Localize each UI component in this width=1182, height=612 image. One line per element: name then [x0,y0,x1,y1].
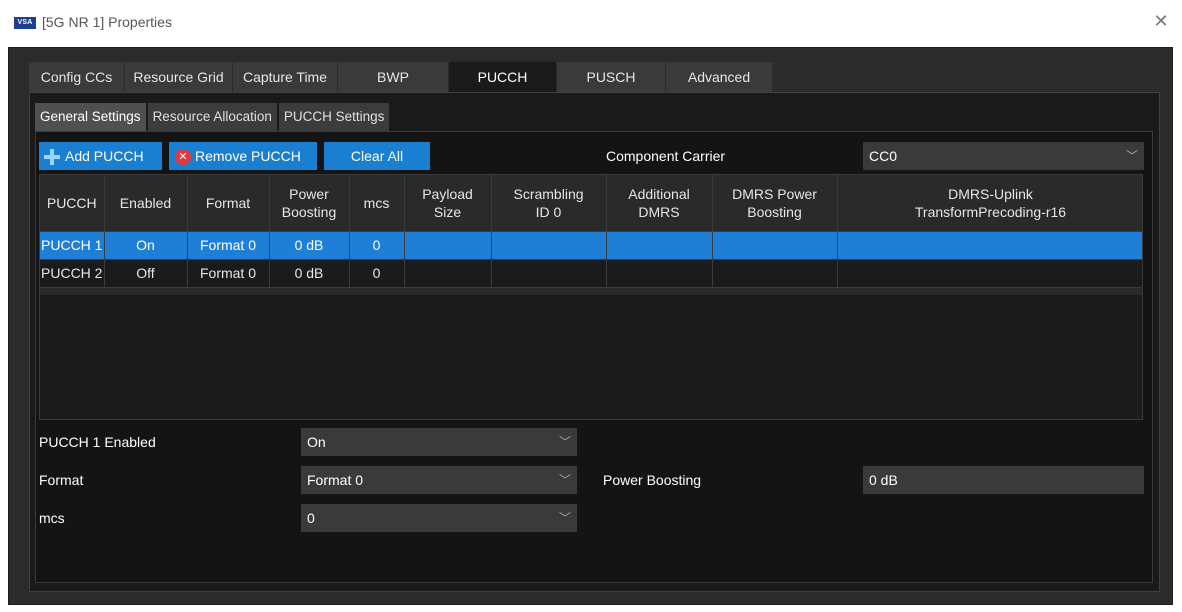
table-cell[interactable] [404,231,492,260]
tab-pucch[interactable]: PUCCH [449,62,556,92]
column-header[interactable]: DMRS-Uplink TransformPrecoding-r16 [837,175,1142,232]
table-cell[interactable] [491,259,607,288]
table-cell[interactable]: 0 [349,259,405,288]
sub-tab-bar: General Settings Resource Allocation PUC… [35,103,391,131]
component-carrier-value: CC0 [869,148,898,164]
tab-pusch[interactable]: PUSCH [557,62,665,92]
remove-pucch-label: Remove PUCCH [195,148,301,164]
remove-pucch-button[interactable]: ✕ Remove PUCCH [169,142,317,170]
table-cell[interactable] [837,231,1142,260]
tab-general-settings[interactable]: General Settings [35,103,146,131]
chevron-down-icon: ﹀ [558,473,571,487]
mcs-label: mcs [39,510,65,526]
format-select[interactable]: Format 0 ﹀ [301,466,577,494]
column-header[interactable]: PUCCH [40,175,105,232]
tab-config-ccs[interactable]: Config CCs [29,62,124,92]
table-cell[interactable] [606,231,713,260]
remove-icon: ✕ [175,149,191,166]
power-boosting-label: Power Boosting [603,472,702,488]
tab-advanced[interactable]: Advanced [666,62,772,92]
table-row[interactable]: PUCCH 1 On Format 0 0 dB 0 [40,231,1142,260]
pucch-table: PUCCH Enabled Format Power Boosting mcs … [39,174,1143,420]
table-cell[interactable] [712,259,838,288]
tab-bwp[interactable]: BWP [338,62,448,92]
tab-capture-time[interactable]: Capture Time [233,62,337,92]
component-carrier-label: Component Carrier [606,148,726,164]
table-cell[interactable]: On [104,231,188,260]
component-carrier-select[interactable]: CC0 ﹀ [863,142,1144,170]
column-header[interactable]: Payload Size [404,175,492,232]
column-header[interactable]: Format [187,175,270,232]
format-label: Format [39,472,84,488]
column-header[interactable]: Additional DMRS [606,175,713,232]
column-header[interactable]: DMRS Power Boosting [712,175,838,232]
table-cell[interactable] [404,259,492,288]
tab-resource-grid[interactable]: Resource Grid [125,62,232,92]
table-cell[interactable]: PUCCH 1 [40,231,105,260]
table-cell[interactable]: 0 [349,231,405,260]
plus-icon [43,148,61,166]
format-value: Format 0 [307,472,364,488]
mcs-value: 0 [307,510,315,526]
pucch-enabled-select[interactable]: On ﹀ [301,428,577,456]
add-pucch-label: Add PUCCH [65,148,144,164]
chevron-down-icon: ﹀ [1125,149,1138,163]
table-cell[interactable] [491,231,607,260]
table-row[interactable]: PUCCH 2 Off Format 0 0 dB 0 [40,259,1142,288]
general-settings-panel: Add PUCCH ✕ Remove PUCCH Clear All Compon… [35,131,1153,583]
table-empty-area [40,295,1142,419]
table-cell[interactable]: 0 dB [269,259,350,288]
column-header[interactable]: Scrambling ID 0 [491,175,607,232]
table-cell[interactable] [712,231,838,260]
add-pucch-button[interactable]: Add PUCCH [39,142,162,170]
table-cell[interactable]: Off [104,259,188,288]
main-tab-bar: Config CCs Resource Grid Capture Time BW… [29,62,773,92]
pucch-panel: General Settings Resource Allocation PUC… [29,92,1160,592]
window-title: [5G NR 1] Properties [42,14,172,30]
column-header[interactable]: Enabled [104,175,188,232]
chevron-down-icon: ﹀ [558,511,571,525]
table-cell[interactable] [606,259,713,288]
properties-dialog: Config CCs Resource Grid Capture Time BW… [8,47,1173,605]
mcs-select[interactable]: 0 ﹀ [301,504,577,532]
close-icon[interactable]: ✕ [1150,10,1172,32]
app-logo-icon: VSA [14,17,36,29]
power-boosting-field[interactable]: 0 dB [863,466,1144,494]
column-header[interactable]: Power Boosting [269,175,350,232]
table-cell[interactable] [837,259,1142,288]
pucch-enabled-value: On [307,434,326,450]
clear-all-button[interactable]: Clear All [324,142,430,170]
table-cell[interactable]: PUCCH 2 [40,259,105,288]
table-header-row: PUCCH Enabled Format Power Boosting mcs … [40,175,1142,232]
column-header[interactable]: mcs [349,175,405,232]
tab-resource-allocation[interactable]: Resource Allocation [147,103,277,131]
tab-pucch-settings[interactable]: PUCCH Settings [278,103,390,131]
title-bar: VSA [5G NR 1] Properties ✕ [0,0,1182,47]
table-cell[interactable]: Format 0 [187,231,270,260]
pucch-enabled-label: PUCCH 1 Enabled [39,434,156,450]
table-cell[interactable]: 0 dB [269,231,350,260]
chevron-down-icon: ﹀ [558,435,571,449]
table-cell[interactable]: Format 0 [187,259,270,288]
